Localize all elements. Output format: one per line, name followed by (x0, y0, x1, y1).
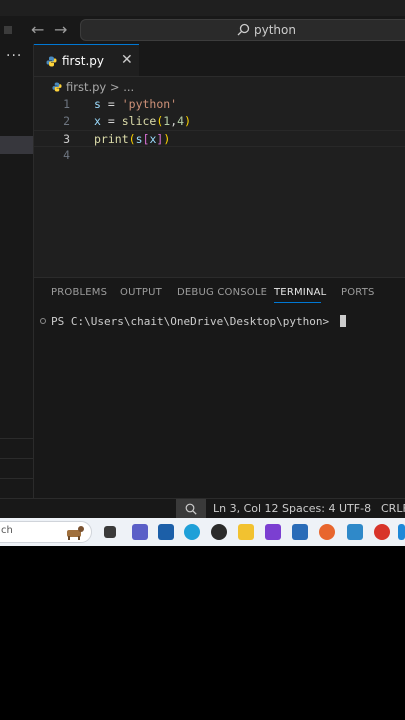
code-line-2: 2 x = slice(1,4) (34, 113, 405, 130)
code-line-4: 4 (34, 147, 405, 164)
explorer-sidebar: ··· (0, 44, 34, 498)
bottom-panel: PROBLEMS OUTPUT DEBUG CONSOLE TERMINAL P… (34, 277, 405, 499)
python-file-icon (46, 56, 57, 67)
code-text: s = 'python' (94, 97, 178, 111)
status-bar: Ln 3, Col 12 Spaces: 4 UTF-8 CRLF (0, 498, 405, 519)
code-line-3: 3 print(s[x]) (34, 130, 405, 147)
taskview-icon[interactable] (104, 526, 116, 538)
code-text: x = slice(1,4) (94, 114, 192, 128)
wps-icon[interactable] (374, 524, 390, 540)
firefox-icon[interactable] (319, 524, 335, 540)
python-file-icon (52, 82, 62, 92)
sidebar-divider (0, 478, 33, 479)
code-text: print(s[x]) (94, 132, 171, 146)
line-number: 3 (63, 132, 70, 146)
breadcrumb-file[interactable]: first.py (66, 80, 106, 94)
vscode-icon[interactable] (398, 524, 405, 540)
layout-icon[interactable] (4, 26, 12, 34)
tab-first-py[interactable]: first.py ✕ (34, 44, 139, 76)
terminal-prompt[interactable]: PS C:\Users\chait\OneDrive\Desktop\pytho… (51, 315, 346, 328)
breadcrumb: first.py > ... (52, 80, 134, 94)
tab-terminal[interactable]: TERMINAL (274, 287, 326, 298)
notepad-icon[interactable] (347, 524, 363, 540)
edge-icon[interactable] (184, 524, 200, 540)
search-text: python (254, 23, 296, 37)
clapper-icon[interactable] (265, 524, 281, 540)
cursor-position[interactable]: Ln 3, Col 12 (213, 502, 279, 515)
more-actions-icon[interactable]: ··· (6, 48, 22, 64)
encoding[interactable]: UTF-8 (339, 502, 371, 515)
line-number: 4 (63, 148, 70, 162)
tab-problems[interactable]: PROBLEMS (51, 287, 107, 298)
tab-debug-console[interactable]: DEBUG CONSOLE (177, 287, 267, 298)
back-arrow-icon[interactable]: ← (31, 20, 44, 40)
active-tab-indicator (274, 302, 321, 303)
search-icon (237, 23, 250, 36)
forward-arrow-icon[interactable]: → (54, 20, 67, 40)
selected-explorer-item[interactable] (0, 136, 33, 154)
code-editor[interactable]: 1 s = 'python' 2 x = slice(1,4) 3 print(… (34, 96, 405, 276)
terminal-decoration-icon (40, 318, 46, 324)
breadcrumb-separator: > (109, 80, 120, 94)
terminal-prompt-text: PS C:\Users\chait\OneDrive\Desktop\pytho… (51, 315, 336, 328)
tab-label: first.py (62, 54, 104, 68)
vscode-window: ← → python ··· first.py ✕ first.py > ...… (0, 0, 405, 519)
breadcrumb-more[interactable]: ... (123, 80, 134, 94)
line-ending[interactable]: CRLF (381, 502, 405, 515)
zoom-icon (185, 503, 197, 515)
search-highlight-icon (67, 526, 84, 540)
title-bar: ← → python (0, 16, 405, 44)
sidebar-divider (0, 458, 33, 459)
chrome-icon[interactable] (211, 524, 227, 540)
store-icon[interactable] (292, 524, 308, 540)
windows-taskbar: ch (0, 518, 405, 546)
terminal-cursor (339, 315, 346, 327)
code-line-1: 1 s = 'python' (34, 96, 405, 113)
sidebar-divider (0, 438, 33, 439)
tab-output[interactable]: OUTPUT (120, 287, 162, 298)
taskbar-search-text: ch (1, 525, 13, 536)
file-explorer-icon[interactable] (238, 524, 254, 540)
editor-tab-bar: first.py ✕ (34, 44, 405, 77)
teams-icon[interactable] (132, 524, 148, 540)
indentation[interactable]: Spaces: 4 (282, 502, 335, 515)
line-number: 2 (63, 114, 70, 128)
close-icon[interactable]: ✕ (121, 52, 133, 68)
line-number: 1 (63, 97, 70, 111)
dell-icon[interactable] (158, 524, 174, 540)
tab-ports[interactable]: PORTS (341, 287, 375, 298)
zoom-button[interactable] (176, 499, 206, 519)
taskbar-search[interactable]: ch (0, 521, 92, 543)
command-center-search[interactable]: python (80, 19, 405, 41)
